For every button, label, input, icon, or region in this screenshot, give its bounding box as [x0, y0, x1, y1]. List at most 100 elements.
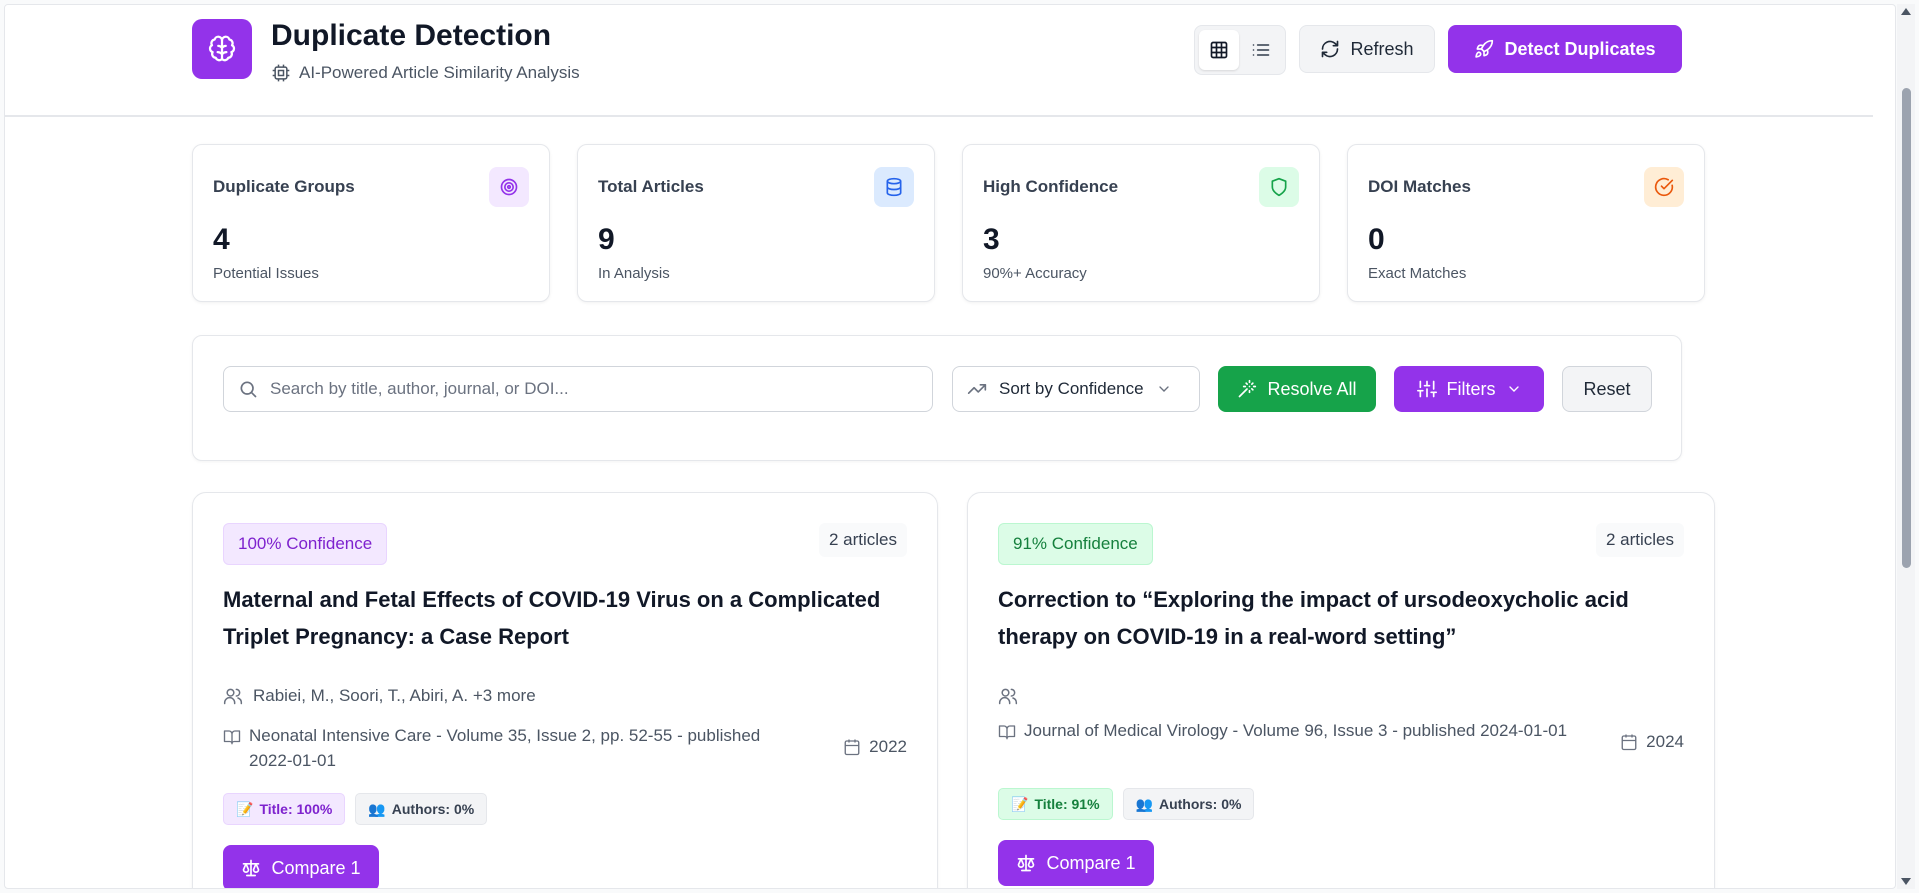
- stat-label: Total Articles: [598, 177, 704, 196]
- year-row: 2024: [1620, 732, 1684, 752]
- target-icon: [500, 178, 518, 196]
- stat-icon-box: [489, 167, 529, 207]
- stat-icon-box: [874, 167, 914, 207]
- stat-card-high-confidence: High Confidence 3 90%+ Accuracy: [962, 144, 1320, 302]
- filters-button[interactable]: Filters: [1394, 366, 1544, 412]
- stat-card-doi-matches: DOI Matches 0 Exact Matches: [1347, 144, 1705, 302]
- title-similarity-chip: 📝 Title: 91%: [998, 788, 1113, 820]
- title-chip-text: Title: 100%: [259, 801, 333, 817]
- refresh-icon: [1322, 40, 1339, 58]
- confidence-badge: 91% Confidence: [998, 523, 1153, 565]
- compare-label: Compare 1: [1046, 852, 1136, 873]
- refresh-button[interactable]: Refresh: [1299, 25, 1435, 73]
- authors-row: [998, 686, 1028, 706]
- check-circle-icon: [1654, 177, 1674, 197]
- sliders-icon: [1416, 380, 1437, 398]
- brain-logo: [192, 19, 252, 79]
- stat-sub: In Analysis: [598, 265, 670, 282]
- stat-value: 9: [598, 223, 615, 256]
- compare-label: Compare 1: [271, 857, 361, 878]
- scrollbar-thumb[interactable]: [1902, 88, 1911, 568]
- cpu-icon: [272, 64, 290, 82]
- journal-row: Journal of Medical Virology - Volume 96,…: [998, 718, 1578, 743]
- reset-button[interactable]: Reset: [1562, 366, 1652, 412]
- duplicate-group-card: 91% Confidence 2 articles Correction to …: [967, 492, 1715, 888]
- title-similarity-chip: 📝 Title: 100%: [223, 793, 346, 825]
- memo-icon: 📝: [236, 800, 254, 817]
- journal-text: Neonatal Intensive Care - Volume 35, Iss…: [249, 726, 761, 770]
- scroll-up-arrow[interactable]: [1901, 8, 1911, 15]
- brain-icon: [208, 35, 236, 62]
- sort-select[interactable]: Sort by Confidence: [952, 366, 1200, 412]
- year-row: 2022: [843, 737, 907, 757]
- trending-up-icon: [967, 384, 987, 394]
- stat-sub: Exact Matches: [1368, 265, 1467, 282]
- stat-card-total-articles: Total Articles 9 In Analysis: [577, 144, 935, 302]
- journal-row: Neonatal Intensive Care - Volume 35, Iss…: [223, 723, 783, 773]
- page-subtitle: AI-Powered Article Similarity Analysis: [271, 63, 580, 83]
- title-chip-text: Title: 91%: [1034, 796, 1100, 812]
- stat-card-duplicate-groups: Duplicate Groups 4 Potential Issues: [192, 144, 550, 302]
- authors-text: Rabiei, M., Soori, T., Abiri, A. +3 more: [253, 686, 536, 705]
- detect-duplicates-button[interactable]: Detect Duplicates: [1448, 25, 1682, 73]
- rocket-icon: [1475, 39, 1494, 58]
- group-title[interactable]: Correction to “Exploring the impact of u…: [998, 581, 1698, 655]
- resolve-label: Resolve All: [1267, 378, 1357, 399]
- stat-label: Duplicate Groups: [213, 177, 355, 196]
- duplicate-group-card: 100% Confidence 2 articles Maternal and …: [192, 492, 938, 888]
- confidence-badge: 100% Confidence: [223, 523, 388, 565]
- authors-chip-text: Authors: 0%: [391, 801, 475, 817]
- authors-similarity-chip: 👥 Authors: 0%: [355, 793, 488, 825]
- filter-toolbar: Sort by Confidence Resolve All Filters R…: [192, 335, 1682, 461]
- refresh-label: Refresh: [1350, 38, 1414, 59]
- chevron-down-icon: [1158, 386, 1169, 392]
- article-count-badge: 2 articles: [1595, 523, 1684, 557]
- chevron-down-icon: [1508, 386, 1519, 392]
- filters-label: Filters: [1446, 378, 1496, 399]
- stat-sub: Potential Issues: [213, 265, 319, 282]
- stat-icon-box: [1259, 167, 1299, 207]
- similarity-chips: 📝 Title: 91% 👥 Authors: 0%: [998, 788, 1255, 820]
- authors-chip-text: Authors: 0%: [1158, 796, 1242, 812]
- shield-icon: [1271, 177, 1287, 197]
- scale-icon: [243, 859, 260, 877]
- stat-value: 3: [983, 223, 1000, 256]
- page-title: Duplicate Detection: [271, 19, 552, 52]
- authors-similarity-chip: 👥 Authors: 0%: [1122, 788, 1255, 820]
- users-icon: [223, 688, 243, 705]
- detect-label: Detect Duplicates: [1504, 38, 1656, 59]
- list-view-button[interactable]: [1241, 30, 1281, 70]
- vertical-scrollbar[interactable]: [1897, 4, 1915, 889]
- app-window: Duplicate Detection AI-Powered Article S…: [4, 4, 1896, 889]
- calendar-icon: [1621, 734, 1637, 751]
- similarity-chips: 📝 Title: 100% 👥 Authors: 0%: [223, 793, 488, 825]
- list-icon: [1252, 44, 1270, 56]
- stat-value: 4: [213, 223, 230, 256]
- memo-icon: 📝: [1011, 795, 1029, 812]
- subtitle-text: AI-Powered Article Similarity Analysis: [299, 63, 580, 82]
- people-icon: 👥: [368, 800, 386, 817]
- article-count-badge: 2 articles: [818, 523, 907, 557]
- stat-value: 0: [1368, 223, 1385, 256]
- stat-icon-box: [1644, 167, 1684, 207]
- view-toggle: [1194, 25, 1286, 75]
- grid-icon: [1210, 41, 1228, 59]
- resolve-all-button[interactable]: Resolve All: [1218, 366, 1376, 412]
- grid-view-button[interactable]: [1199, 30, 1239, 70]
- scroll-down-arrow[interactable]: [1901, 878, 1911, 885]
- stat-sub: 90%+ Accuracy: [983, 265, 1087, 282]
- search-icon: [240, 381, 257, 398]
- scale-icon: [1018, 854, 1035, 872]
- group-title[interactable]: Maternal and Fetal Effects of COVID-19 V…: [223, 581, 913, 655]
- stat-label: High Confidence: [983, 177, 1119, 196]
- users-icon: [998, 688, 1018, 705]
- wand-icon: [1239, 379, 1257, 398]
- search-input[interactable]: [270, 379, 910, 399]
- compare-button[interactable]: Compare 1: [998, 840, 1154, 886]
- authors-row: Rabiei, M., Soori, T., Abiri, A. +3 more: [223, 686, 536, 706]
- book-open-icon: [223, 730, 241, 745]
- page-header: Duplicate Detection AI-Powered Article S…: [5, 5, 1873, 117]
- database-icon: [886, 177, 902, 197]
- compare-button[interactable]: Compare 1: [223, 845, 379, 888]
- search-box[interactable]: [223, 366, 933, 412]
